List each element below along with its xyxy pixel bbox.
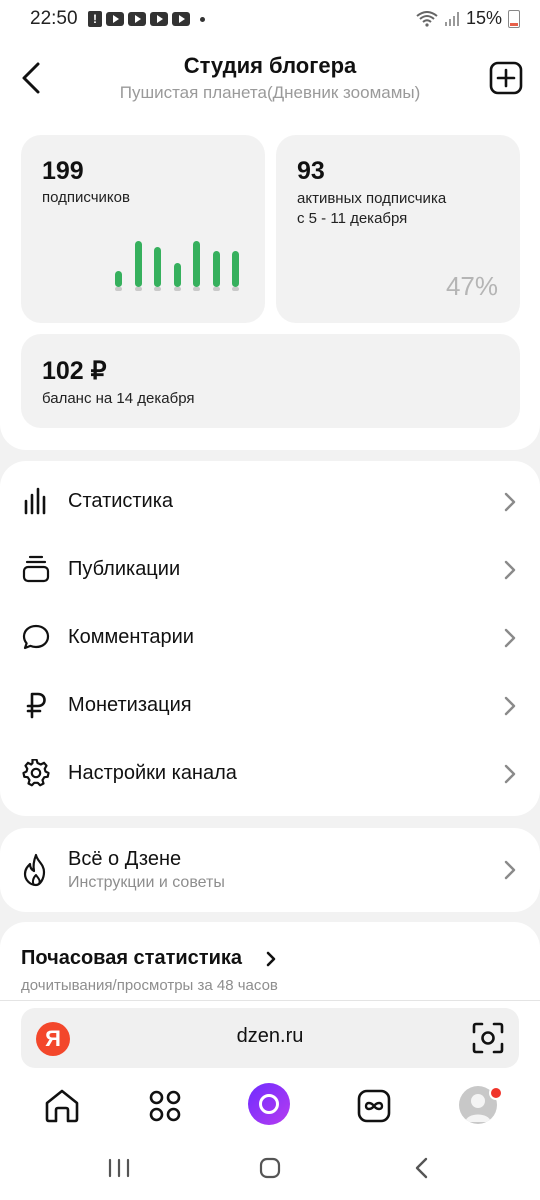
chart-bar <box>212 251 220 287</box>
battery-percent: 15% <box>465 8 502 28</box>
youtube-notification-icon <box>172 12 190 26</box>
hourly-stats-subtitle: дочитывания/просмотры за 48 часов <box>21 977 278 994</box>
status-right: 15% <box>416 8 520 29</box>
chart-bar <box>134 241 142 287</box>
youtube-notification-icon <box>150 12 168 26</box>
home-button-icon[interactable] <box>258 1156 282 1180</box>
channel-name: Пушистая планета(Дневник зоомамы) <box>119 83 421 102</box>
menu-item-label: Комментарии <box>68 626 194 648</box>
chart-bar-base <box>154 287 161 291</box>
recent-apps-icon[interactable] <box>107 1158 131 1178</box>
url-text[interactable]: dzen.ru <box>21 1025 519 1048</box>
ruble-icon <box>26 692 46 719</box>
active-percent: 47% <box>445 271 498 301</box>
browser-bar: Я dzen.ru <box>0 1000 540 1079</box>
youtube-notification-icon <box>128 12 146 26</box>
notification-icons: ! <box>88 11 205 27</box>
alert-notification-icon: ! <box>88 11 102 27</box>
menu-item-monetization[interactable]: Монетизация <box>0 671 540 739</box>
notification-badge <box>489 1086 503 1100</box>
menu-item-label: Настройки канала <box>68 762 237 784</box>
chevron-right-icon <box>266 951 276 967</box>
signal-icon <box>444 11 459 26</box>
chart-bar-base <box>212 287 220 291</box>
menu-item-label: Статистика <box>68 490 174 512</box>
battery-icon <box>508 9 520 28</box>
status-time: 22:50 <box>30 8 78 29</box>
chevron-right-icon <box>504 860 516 880</box>
youtube-notification-icon <box>106 12 124 26</box>
page-title: Студия блогера <box>183 53 357 78</box>
publications-stack-icon <box>22 555 50 583</box>
clips-icon[interactable] <box>354 1086 394 1126</box>
address-bar[interactable]: Я dzen.ru <box>21 1008 519 1068</box>
zen-title: Всё о Дзене <box>68 848 182 870</box>
menu-item-publications[interactable]: Публикации <box>0 535 540 603</box>
bottom-nav <box>0 1078 540 1140</box>
balance-card[interactable]: 102 ₽ баланс на 14 декабря <box>21 334 520 428</box>
alice-assistant-icon[interactable] <box>248 1083 290 1125</box>
menu-item-label: Монетизация <box>68 694 192 716</box>
balance-value: 102 ₽ <box>42 357 107 385</box>
add-publication-icon[interactable] <box>489 61 523 95</box>
stats-bars-icon <box>24 487 46 515</box>
chart-bar-base <box>134 287 142 291</box>
hourly-stats-title: Почасовая статистика <box>21 947 243 969</box>
subscribers-chart <box>115 229 245 291</box>
chart-bar-base <box>173 287 181 291</box>
chart-bar-base <box>115 287 122 291</box>
active-subscribers-label: активных подписчика <box>297 190 447 207</box>
menu-item-channel-settings[interactable]: Настройки канала <box>0 739 540 807</box>
gear-icon <box>22 759 50 787</box>
wifi-icon <box>416 10 438 27</box>
camera-search-icon[interactable] <box>471 1021 505 1055</box>
menu-item-comments[interactable]: Комментарии <box>0 603 540 671</box>
chart-bar <box>173 263 181 287</box>
chevron-right-icon <box>504 628 516 648</box>
zen-subtitle: Инструкции и советы <box>68 874 225 891</box>
chart-bar <box>193 241 200 287</box>
balance-label: баланс на 14 декабря <box>42 390 195 407</box>
chevron-right-icon <box>504 560 516 580</box>
menu-item-label: Публикации <box>68 558 181 580</box>
chevron-right-icon <box>504 696 516 716</box>
comment-bubble-icon <box>22 624 50 650</box>
chart-bar <box>154 247 161 287</box>
home-icon[interactable] <box>42 1086 82 1126</box>
active-subscribers-card[interactable]: 93 активных подписчика с 5 - 11 декабря … <box>276 135 520 323</box>
chart-bar <box>232 251 239 287</box>
status-bar: 22:50 ! 15% <box>0 0 540 40</box>
chart-bar-base <box>232 287 239 291</box>
chart-bar <box>115 271 122 287</box>
more-notifications-icon <box>200 16 205 22</box>
subscribers-card[interactable]: 199 подписчиков <box>21 135 265 323</box>
page-header: Студия блогера Пушистая планета(Дневник … <box>0 40 540 110</box>
menu-item-statistics[interactable]: Статистика <box>0 467 540 535</box>
active-subscribers-count: 93 <box>297 157 325 185</box>
flame-icon <box>23 853 46 887</box>
system-back-icon[interactable] <box>413 1157 429 1179</box>
about-zen-item[interactable]: Всё о Дзене Инструкции и советы <box>0 828 540 912</box>
active-subscribers-period: с 5 - 11 декабря <box>297 210 408 227</box>
subscribers-label: подписчиков <box>42 189 130 206</box>
chart-bar-base <box>193 287 200 291</box>
services-grid-icon[interactable] <box>145 1086 185 1126</box>
summary-block: 199 подписчиков 93 активных подписчика с… <box>0 110 540 450</box>
chevron-right-icon <box>504 492 516 512</box>
subscribers-count: 199 <box>42 157 84 185</box>
studio-menu: Статистика Публикации Комментарии Монети… <box>0 461 540 816</box>
chevron-right-icon <box>504 764 516 784</box>
system-nav-bar <box>0 1140 540 1200</box>
